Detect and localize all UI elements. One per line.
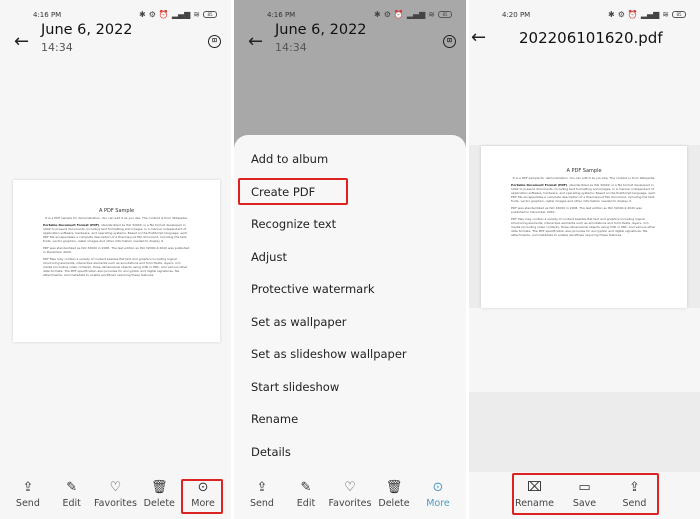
alarm-icon: ⏰ (158, 10, 169, 19)
panel-pdf-preview: 4:20 PM ✱ ⚙ ⏰ ▂▄▆ ≋ 85 ← 202206101620.pd… (469, 0, 700, 519)
page-subtitle: 14:34 (275, 41, 307, 54)
status-time: 4:16 PM (33, 11, 62, 19)
pdf-page-preview: A PDF Sample It is a PDF sample for demo… (481, 146, 687, 308)
status-bar: 4:16 PM ✱ ⚙ ⏰ ▂▄▆ ≋ 85 (0, 10, 231, 22)
page-title: June 6, 2022 (41, 22, 133, 38)
highlight-create-pdf (238, 178, 348, 205)
menu-item-add-to-album[interactable]: Add to album (251, 152, 328, 166)
doc-title: A PDF Sample (566, 168, 602, 174)
rotate-icon[interactable]: ⊡ (443, 35, 456, 48)
settings-icon: ⚙ (617, 10, 625, 19)
document-preview: A PDF Sample It is a PDF sample for demo… (13, 180, 220, 342)
settings-icon: ⚙ (383, 10, 391, 19)
battery-icon: 85 (672, 11, 686, 18)
doc-title: A PDF Sample (98, 208, 135, 214)
send-button[interactable]: ⇪ Send (6, 471, 50, 519)
menu-item-set-as-wallpaper[interactable]: Set as wallpaper (251, 315, 347, 329)
alarm-icon: ⏰ (393, 10, 404, 19)
more-button[interactable]: ⊙ More (416, 471, 460, 519)
trash-icon: 🗑 (151, 480, 168, 495)
heart-icon: ♡ (109, 480, 122, 495)
send-button[interactable]: ⇪ Send (240, 471, 284, 519)
highlight-more (181, 479, 223, 514)
wifi-icon: ≋ (193, 10, 200, 19)
bluetooth-icon: ✱ (373, 10, 381, 19)
back-arrow-icon[interactable]: ← (248, 32, 263, 52)
edit-button[interactable]: ✎ Edit (50, 471, 94, 519)
page-title: June 6, 2022 (275, 22, 367, 38)
back-arrow-icon[interactable]: ← (14, 32, 29, 52)
menu-item-start-slideshow[interactable]: Start slideshow (251, 380, 339, 394)
status-time: 4:20 PM (502, 11, 531, 19)
menu-item-slideshow-wallpaper[interactable]: Set as slideshow wallpaper (251, 347, 407, 361)
wifi-icon: ≋ (428, 10, 435, 19)
status-bar: 4:20 PM ✱ ⚙ ⏰ ▂▄▆ ≋ 85 (469, 10, 700, 22)
trash-icon: 🗑 (385, 480, 403, 495)
battery-icon: 85 (438, 11, 452, 18)
bottom-toolbar: ⇪ Send ✎ Edit ♡ Favorites 🗑 Delete ⊙ More (234, 471, 466, 519)
panel-photo-view: 4:16 PM ✱ ⚙ ⏰ ▂▄▆ ≋ 85 ← June 6, 2022 14… (0, 0, 231, 519)
heart-icon: ♡ (344, 480, 356, 495)
back-arrow-icon[interactable]: ← (471, 28, 486, 48)
doc-subtitle: It is a PDF sample for demonstration. Yo… (512, 176, 656, 180)
more-icon: ⊙ (432, 480, 444, 495)
bluetooth-icon: ✱ (138, 10, 146, 19)
status-time: 4:16 PM (267, 11, 296, 19)
edit-icon: ✎ (66, 480, 78, 495)
menu-item-protective-watermark[interactable]: Protective watermark (251, 282, 375, 296)
menu-item-adjust[interactable]: Adjust (251, 250, 287, 264)
status-bar: 4:16 PM ✱ ⚙ ⏰ ▂▄▆ ≋ 85 (234, 10, 466, 22)
highlight-toolbar (512, 473, 659, 515)
doc-subtitle: It is a PDF sample for demonstration. Yo… (45, 216, 188, 220)
more-menu-sheet: Add to album Create PDF Recognize text A… (234, 135, 466, 519)
favorites-button[interactable]: ♡ Favorites (328, 471, 372, 519)
share-icon: ⇪ (256, 480, 268, 495)
menu-item-rename[interactable]: Rename (251, 412, 298, 426)
edit-button[interactable]: ✎ Edit (284, 471, 328, 519)
rotate-icon[interactable]: ⊡ (208, 35, 221, 48)
signal-icon: ▂▄▆ (640, 10, 660, 19)
wifi-icon: ≋ (662, 10, 669, 19)
menu-item-recognize-text[interactable]: Recognize text (251, 217, 336, 231)
signal-icon: ▂▄▆ (406, 10, 426, 19)
delete-button[interactable]: 🗑 Delete (372, 471, 416, 519)
page-subtitle: 14:34 (41, 41, 73, 54)
settings-icon: ⚙ (148, 10, 156, 19)
delete-button[interactable]: 🗑 Delete (137, 471, 181, 519)
favorites-button[interactable]: ♡ Favorites (94, 471, 138, 519)
edit-icon: ✎ (300, 480, 312, 495)
alarm-icon: ⏰ (627, 10, 638, 19)
page-title: 202206101620.pdf (519, 29, 663, 47)
battery-icon: 85 (203, 11, 217, 18)
signal-icon: ▂▄▆ (171, 10, 191, 19)
share-icon: ⇪ (22, 480, 34, 495)
menu-item-details[interactable]: Details (251, 445, 291, 459)
panel-more-menu: 4:16 PM ✱ ⚙ ⏰ ▂▄▆ ≋ 85 ← June 6, 2022 14… (234, 0, 466, 519)
bluetooth-icon: ✱ (607, 10, 615, 19)
